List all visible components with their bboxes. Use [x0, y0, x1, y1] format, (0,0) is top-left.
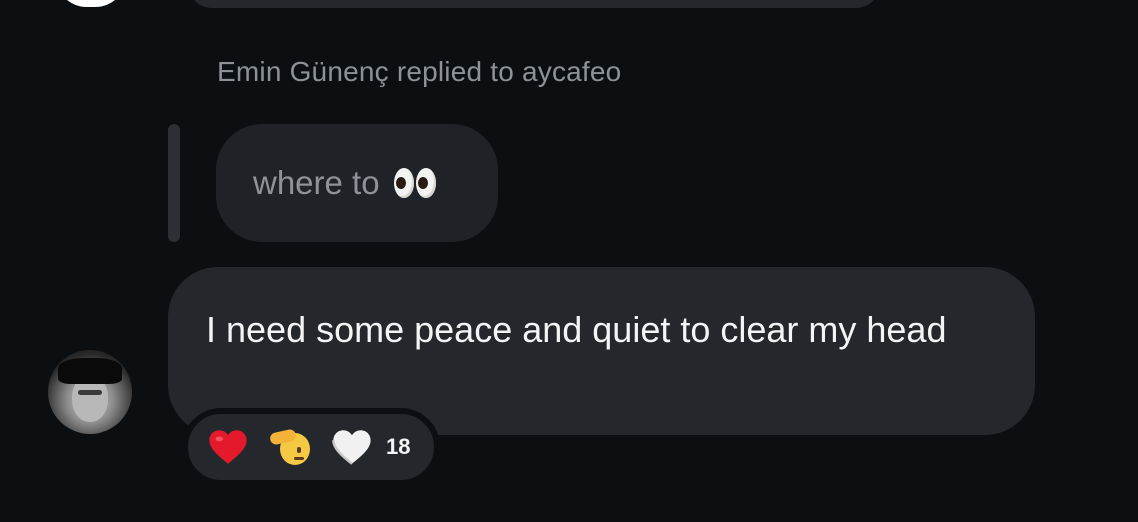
reply-indicator-bar: [168, 124, 180, 242]
red-heart-icon: [208, 427, 248, 467]
reactions-pill[interactable]: 18: [182, 408, 440, 486]
saluting-face-icon: [269, 427, 310, 467]
previous-sender-avatar[interactable]: [55, 0, 127, 7]
previous-message-bubble[interactable]: [188, 0, 880, 8]
quoted-message-text: where to: [253, 164, 380, 201]
quoted-message-bubble[interactable]: where to: [216, 124, 498, 242]
white-heart-icon: [332, 427, 372, 467]
eyes-icon: [393, 168, 436, 198]
reply-context-label: Emin Günenç replied to aycafeo: [217, 56, 622, 87]
reaction-count: 18: [386, 434, 411, 459]
sender-avatar[interactable]: [48, 350, 132, 434]
message-text: I need some peace and quiet to clear my …: [206, 309, 947, 350]
